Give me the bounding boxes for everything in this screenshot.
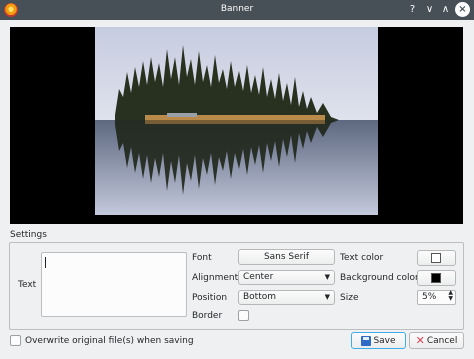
size-label: Size [340, 293, 359, 303]
close-icon[interactable]: × [455, 2, 470, 17]
overwrite-label: Overwrite original file(s) when saving [25, 336, 194, 346]
title-bar: Banner ? ∨ ∧ × [0, 0, 474, 20]
background-color-label: Background color [340, 273, 419, 283]
chevron-down-icon: ▼ [324, 293, 330, 301]
size-spinbox[interactable]: 5% ▲ ▼ [417, 290, 456, 305]
window-title: Banner [220, 4, 254, 14]
minimize-icon[interactable]: ∨ [422, 2, 437, 17]
save-icon [361, 335, 372, 346]
banner-text-input[interactable] [41, 252, 187, 317]
save-button[interactable]: Save [351, 332, 406, 349]
text-color-label: Text color [340, 253, 384, 263]
text-color-button[interactable] [417, 250, 456, 266]
font-button[interactable]: Sans Serif [238, 249, 335, 265]
help-icon[interactable]: ? [405, 2, 420, 17]
text-color-swatch [431, 253, 441, 263]
size-value: 5% [422, 292, 437, 302]
text-label: Text [18, 280, 37, 290]
background-color-swatch [431, 273, 441, 283]
alignment-label: Alignment [192, 273, 239, 283]
cancel-button[interactable]: ✕ Cancel [409, 332, 464, 349]
overwrite-checkbox[interactable] [10, 335, 21, 346]
chevron-down-icon: ▼ [324, 273, 330, 281]
save-label: Save [373, 335, 396, 346]
cancel-icon: ✕ [415, 333, 425, 347]
alignment-value: Center [243, 272, 274, 282]
settings-group-label: Settings [10, 230, 47, 240]
position-label: Position [192, 293, 228, 303]
font-label: Font [192, 253, 212, 263]
cancel-label: Cancel [426, 335, 458, 346]
alignment-select[interactable]: Center ▼ [238, 270, 335, 285]
text-caret [45, 257, 46, 268]
image-preview [10, 27, 463, 224]
border-label: Border [192, 311, 223, 321]
position-select[interactable]: Bottom ▼ [238, 290, 335, 305]
background-color-button[interactable] [417, 270, 456, 286]
preview-photo [95, 27, 378, 215]
border-checkbox[interactable] [238, 310, 249, 321]
spin-arrows-icon[interactable]: ▲ ▼ [448, 290, 453, 302]
position-value: Bottom [243, 292, 277, 302]
maximize-icon[interactable]: ∧ [438, 2, 453, 17]
